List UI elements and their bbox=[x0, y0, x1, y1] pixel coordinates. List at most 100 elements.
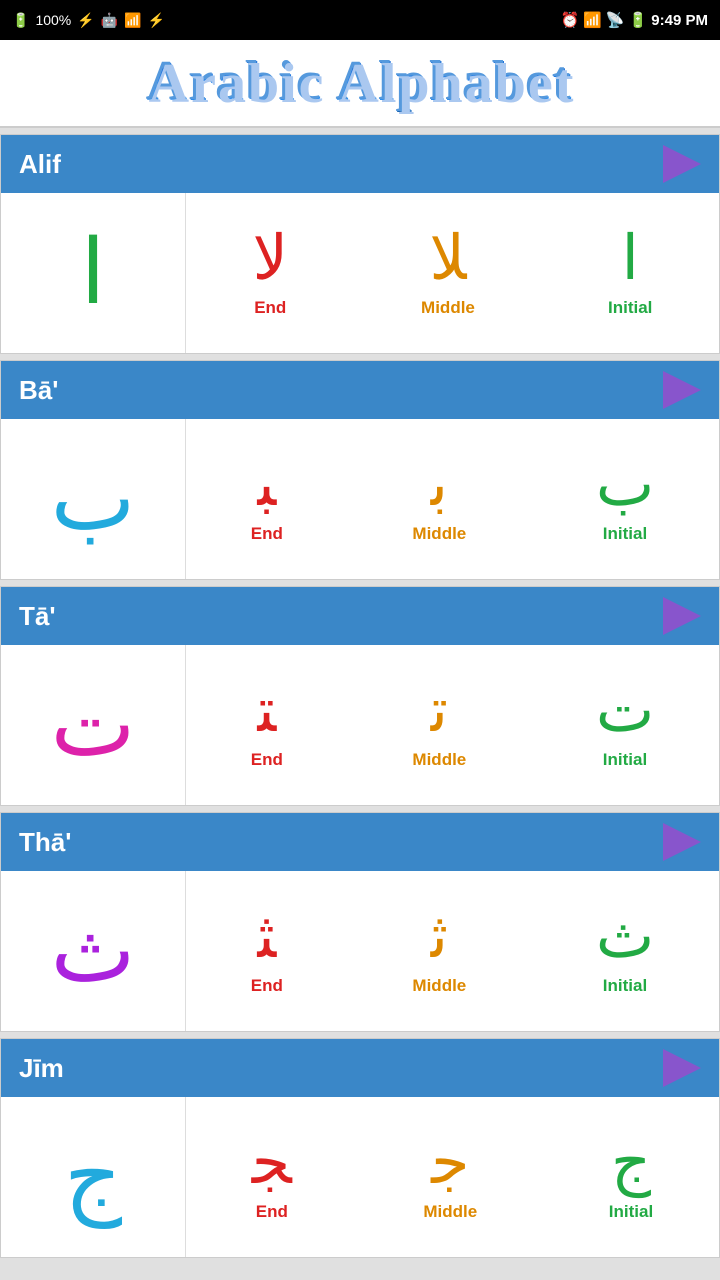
main-char-1: ب bbox=[51, 454, 136, 544]
form-char-0-2: ا bbox=[622, 228, 639, 290]
main-char-4: ج bbox=[64, 1132, 122, 1222]
form-char-3-1: ﺛ bbox=[431, 906, 448, 968]
form-char-2-2: ﺕ bbox=[596, 680, 654, 742]
letter-forms-1: ﺒ End ﺑ Middle ﺏ Initial bbox=[186, 419, 719, 579]
main-letter-1[interactable]: ب bbox=[1, 419, 186, 579]
status-right: ⏰ 📶 📡 🔋 9:49 PM bbox=[561, 11, 708, 29]
form-label-1-2: Initial bbox=[603, 524, 647, 544]
form-char-3-2: ﺙ bbox=[596, 906, 654, 968]
form-char-4-2: ﺝ bbox=[611, 1132, 651, 1194]
android-icon: 🤖 bbox=[101, 12, 118, 29]
letter-section-jm: Jīm ج ﺠ End ﺟ Middle ﺝ Initial bbox=[0, 1038, 720, 1258]
main-letter-0[interactable]: ا bbox=[1, 193, 186, 353]
form-item-0-0[interactable]: ﻻEnd bbox=[253, 228, 288, 318]
status-left: 🔋 100% ⚡ 🤖 📶 ⚡ bbox=[12, 12, 165, 29]
letter-content-4: ج ﺠ End ﺟ Middle ﺝ Initial bbox=[1, 1097, 719, 1257]
form-char-3-0: ﺜ bbox=[257, 906, 276, 968]
letter-section-th: Thā' ث ﺜ End ﺛ Middle ﺙ Initial bbox=[0, 812, 720, 1032]
form-item-2-0[interactable]: ﺘ End bbox=[251, 680, 283, 770]
form-label-1-0: End bbox=[251, 524, 283, 544]
main-char-0: ا bbox=[80, 228, 105, 318]
time-display: 9:49 PM bbox=[651, 12, 708, 29]
form-label-3-2: Initial bbox=[603, 976, 647, 996]
form-char-1-0: ﺒ bbox=[257, 454, 276, 516]
form-item-3-1[interactable]: ﺛ Middle bbox=[412, 906, 466, 996]
flash-icon: ⚡ bbox=[148, 12, 165, 29]
section-header-3[interactable]: Thā' bbox=[1, 813, 719, 871]
main-char-3: ث bbox=[51, 906, 136, 996]
play-button-2[interactable] bbox=[663, 597, 701, 635]
battery-full-icon: 🔋 bbox=[629, 11, 648, 29]
form-label-3-1: Middle bbox=[412, 976, 466, 996]
section-header-1[interactable]: Bā' bbox=[1, 361, 719, 419]
form-item-4-2[interactable]: ﺝ Initial bbox=[609, 1132, 653, 1222]
form-item-1-0[interactable]: ﺒ End bbox=[251, 454, 283, 544]
form-char-4-1: ﺟ bbox=[431, 1132, 469, 1194]
main-letter-4[interactable]: ج bbox=[1, 1097, 186, 1257]
form-char-0-1: ﻼ bbox=[429, 228, 466, 290]
form-char-4-0: ﺠ bbox=[252, 1132, 292, 1194]
letter-content-2: ت ﺘ End ﺗ Middle ﺕ Initial bbox=[1, 645, 719, 805]
section-header-4[interactable]: Jīm bbox=[1, 1039, 719, 1097]
play-button-3[interactable] bbox=[663, 823, 701, 861]
form-label-4-1: Middle bbox=[423, 1202, 477, 1222]
app-title: Arabic Alphabet bbox=[0, 50, 720, 114]
form-item-3-2[interactable]: ﺙ Initial bbox=[596, 906, 654, 996]
letter-section-t: Tā' ت ﺘ End ﺗ Middle ﺕ Initial bbox=[0, 586, 720, 806]
form-label-0-1: Middle bbox=[421, 298, 475, 318]
form-char-0-0: ﻻ bbox=[253, 228, 288, 290]
letter-forms-0: ﻻEnd ﻼ Middle ا Initial bbox=[186, 193, 719, 353]
letter-content-3: ث ﺜ End ﺛ Middle ﺙ Initial bbox=[1, 871, 719, 1031]
form-label-4-2: Initial bbox=[609, 1202, 653, 1222]
form-item-1-2[interactable]: ﺏ Initial bbox=[596, 454, 654, 544]
main-letter-2[interactable]: ت bbox=[1, 645, 186, 805]
form-label-2-1: Middle bbox=[412, 750, 466, 770]
section-title-3: Thā' bbox=[19, 827, 71, 858]
play-button-4[interactable] bbox=[663, 1049, 701, 1087]
section-title-1: Bā' bbox=[19, 375, 58, 406]
section-header-0[interactable]: Alif bbox=[1, 135, 719, 193]
alarm-icon: ⏰ bbox=[561, 11, 580, 29]
letter-section-b: Bā' ب ﺒ End ﺑ Middle ﺏ Initial bbox=[0, 360, 720, 580]
form-item-2-2[interactable]: ﺕ Initial bbox=[596, 680, 654, 770]
form-char-2-1: ﺗ bbox=[431, 680, 448, 742]
form-label-1-1: Middle bbox=[412, 524, 466, 544]
section-title-2: Tā' bbox=[19, 601, 56, 632]
form-item-0-2[interactable]: ا Initial bbox=[608, 228, 652, 318]
form-item-1-1[interactable]: ﺑ Middle bbox=[412, 454, 466, 544]
form-char-2-0: ﺘ bbox=[257, 680, 276, 742]
main-letter-3[interactable]: ث bbox=[1, 871, 186, 1031]
letter-section-alif: Alif ا ﻻEnd ﻼ Middle ا Initial bbox=[0, 134, 720, 354]
play-button-1[interactable] bbox=[663, 371, 701, 409]
section-title-0: Alif bbox=[19, 149, 61, 180]
battery-percent: 100% bbox=[35, 12, 71, 28]
letter-content-0: ا ﻻEnd ﻼ Middle ا Initial bbox=[1, 193, 719, 353]
signal-icon: 📶 bbox=[124, 12, 141, 29]
form-label-2-2: Initial bbox=[603, 750, 647, 770]
network-icon: 📡 bbox=[606, 11, 625, 29]
battery-icon: 🔋 bbox=[12, 12, 29, 29]
wifi-icon: 📶 bbox=[583, 11, 602, 29]
form-item-2-1[interactable]: ﺗ Middle bbox=[412, 680, 466, 770]
form-label-0-2: Initial bbox=[608, 298, 652, 318]
form-label-3-0: End bbox=[251, 976, 283, 996]
form-label-4-0: End bbox=[256, 1202, 288, 1222]
form-item-3-0[interactable]: ﺜ End bbox=[251, 906, 283, 996]
sections-container: AlifاﻻEndﻼMiddleاInitialBā'بﺒEndﺑMiddleﺏ… bbox=[0, 134, 720, 1258]
app-title-bar: Arabic Alphabet bbox=[0, 40, 720, 128]
form-label-2-0: End bbox=[251, 750, 283, 770]
form-item-0-1[interactable]: ﻼ Middle bbox=[421, 228, 475, 318]
usb-icon: ⚡ bbox=[77, 12, 94, 29]
letter-forms-2: ﺘ End ﺗ Middle ﺕ Initial bbox=[186, 645, 719, 805]
form-item-4-1[interactable]: ﺟ Middle bbox=[423, 1132, 477, 1222]
status-bar: 🔋 100% ⚡ 🤖 📶 ⚡ ⏰ 📶 📡 🔋 9:49 PM bbox=[0, 0, 720, 40]
letter-content-1: ب ﺒ End ﺑ Middle ﺏ Initial bbox=[1, 419, 719, 579]
play-button-0[interactable] bbox=[663, 145, 701, 183]
form-char-1-1: ﺑ bbox=[431, 454, 448, 516]
form-item-4-0[interactable]: ﺠ End bbox=[252, 1132, 292, 1222]
form-char-1-2: ﺏ bbox=[596, 454, 654, 516]
section-title-4: Jīm bbox=[19, 1053, 64, 1084]
letter-forms-3: ﺜ End ﺛ Middle ﺙ Initial bbox=[186, 871, 719, 1031]
main-char-2: ت bbox=[51, 680, 136, 770]
section-header-2[interactable]: Tā' bbox=[1, 587, 719, 645]
